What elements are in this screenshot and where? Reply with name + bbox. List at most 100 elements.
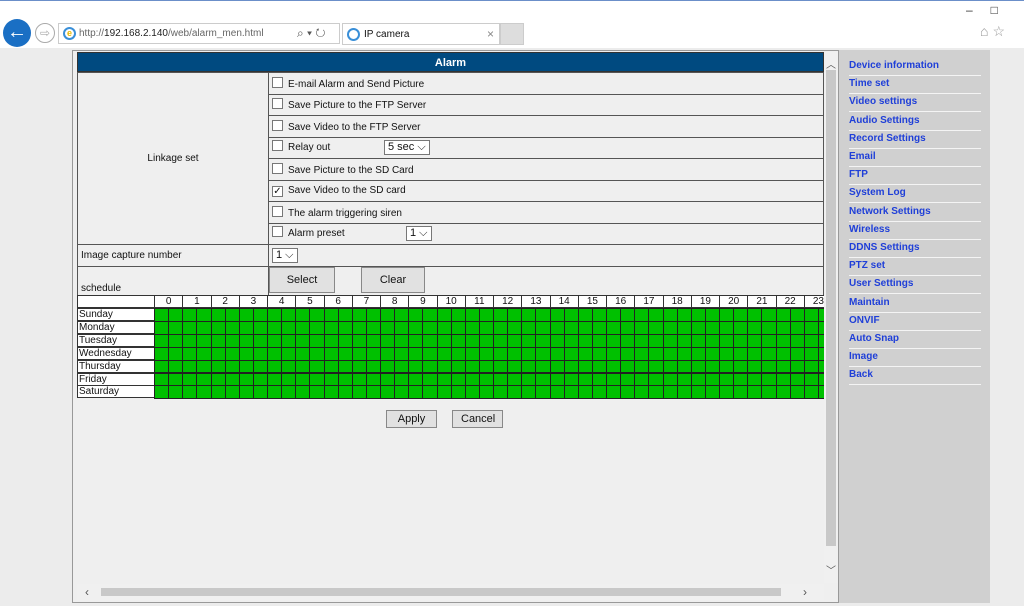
- schedule-cell[interactable]: [365, 320, 381, 335]
- checkbox[interactable]: [272, 140, 283, 152]
- schedule-cell[interactable]: [196, 372, 212, 387]
- schedule-cell[interactable]: [775, 320, 791, 335]
- schedule-cell[interactable]: [761, 359, 777, 374]
- checkbox[interactable]: [272, 98, 283, 110]
- schedule-cell[interactable]: [252, 308, 268, 322]
- schedule-cell[interactable]: [507, 320, 523, 335]
- schedule-cell[interactable]: [591, 346, 607, 361]
- schedule-cell[interactable]: [493, 346, 509, 361]
- tab-ip-camera[interactable]: IP camera ×: [342, 23, 500, 45]
- schedule-cell[interactable]: [323, 320, 339, 335]
- schedule-grid[interactable]: 0 1 2 3 4 5 6 7 8 9 10 11 12 13 14 15 16 17 18 19 20 21 22 23 Su…: [77, 295, 824, 400]
- schedule-cell[interactable]: [182, 346, 198, 361]
- schedule-cell[interactable]: [351, 359, 367, 374]
- schedule-cell[interactable]: [521, 385, 537, 400]
- schedule-cell[interactable]: [521, 308, 537, 322]
- schedule-cell[interactable]: [577, 359, 593, 374]
- schedule-cell[interactable]: [309, 333, 325, 348]
- schedule-cell[interactable]: [295, 320, 311, 335]
- schedule-cell[interactable]: [648, 385, 664, 400]
- schedule-cell[interactable]: [507, 333, 523, 348]
- schedule-cell[interactable]: [478, 346, 494, 361]
- schedule-cell[interactable]: [747, 333, 763, 348]
- schedule-cell[interactable]: [210, 320, 226, 335]
- schedule-cell[interactable]: [281, 320, 297, 335]
- schedule-cell[interactable]: [719, 333, 735, 348]
- schedule-cell[interactable]: [648, 320, 664, 335]
- schedule-cell[interactable]: [422, 385, 438, 400]
- schedule-cell[interactable]: [676, 346, 692, 361]
- schedule-cell[interactable]: [436, 333, 452, 348]
- menu-item-auto-snap[interactable]: Auto Snap: [849, 331, 981, 349]
- schedule-cell[interactable]: [535, 372, 551, 387]
- schedule-cell[interactable]: [577, 385, 593, 400]
- schedule-cell[interactable]: [408, 359, 424, 374]
- schedule-cell[interactable]: [761, 308, 777, 322]
- schedule-cell[interactable]: [789, 346, 805, 361]
- schedule-cell[interactable]: [493, 333, 509, 348]
- schedule-cell[interactable]: [436, 320, 452, 335]
- menu-item-system-log[interactable]: System Log: [849, 185, 981, 204]
- schedule-cell[interactable]: [394, 333, 410, 348]
- checkbox[interactable]: [272, 226, 283, 238]
- schedule-cell[interactable]: [648, 333, 664, 348]
- schedule-cell[interactable]: [281, 359, 297, 374]
- schedule-cell[interactable]: [535, 385, 551, 400]
- menu-item-ftp[interactable]: FTP: [849, 167, 981, 186]
- schedule-cell[interactable]: [394, 372, 410, 387]
- schedule-cell[interactable]: [464, 359, 480, 374]
- schedule-cell[interactable]: [507, 346, 523, 361]
- checkbox[interactable]: ✓: [272, 185, 283, 197]
- home-favorites-icons[interactable]: ⌂☆: [980, 23, 1009, 40]
- schedule-cell[interactable]: [351, 308, 367, 322]
- schedule-cell[interactable]: [704, 320, 720, 335]
- schedule-cell[interactable]: [182, 320, 198, 335]
- schedule-cell[interactable]: [803, 308, 819, 322]
- scroll-thumb[interactable]: [101, 588, 781, 596]
- schedule-cell[interactable]: [803, 385, 819, 400]
- schedule-cell[interactable]: [210, 308, 226, 322]
- schedule-cell[interactable]: [351, 346, 367, 361]
- schedule-cell[interactable]: [704, 333, 720, 348]
- select-list-button[interactable]: Select List: [269, 266, 335, 310]
- schedule-cell[interactable]: [380, 333, 396, 348]
- schedule-cell[interactable]: [281, 385, 297, 400]
- schedule-cell[interactable]: [577, 346, 593, 361]
- schedule-cell[interactable]: [267, 346, 283, 361]
- schedule-cell[interactable]: [761, 385, 777, 400]
- schedule-cell[interactable]: [719, 346, 735, 361]
- schedule-cell[interactable]: [365, 346, 381, 361]
- schedule-cell[interactable]: [507, 372, 523, 387]
- schedule-cell[interactable]: [182, 372, 198, 387]
- checkbox[interactable]: [272, 76, 283, 88]
- schedule-cell[interactable]: [662, 359, 678, 374]
- schedule-cell[interactable]: [704, 372, 720, 387]
- scroll-down-icon[interactable]: ﹀: [826, 562, 836, 577]
- schedule-cell[interactable]: [238, 333, 254, 348]
- schedule-cell[interactable]: [436, 372, 452, 387]
- schedule-cell[interactable]: [591, 333, 607, 348]
- schedule-cell[interactable]: [267, 372, 283, 387]
- schedule-cell[interactable]: [606, 385, 622, 400]
- schedule-cell[interactable]: [323, 359, 339, 374]
- schedule-cell[interactable]: [733, 346, 749, 361]
- schedule-cell[interactable]: [493, 308, 509, 322]
- schedule-cell[interactable]: [422, 308, 438, 322]
- schedule-cell[interactable]: [563, 359, 579, 374]
- schedule-cell[interactable]: [493, 359, 509, 374]
- schedule-cell[interactable]: [676, 333, 692, 348]
- schedule-cell[interactable]: [238, 346, 254, 361]
- schedule-cell[interactable]: [365, 359, 381, 374]
- menu-item-maintain[interactable]: Maintain: [849, 295, 981, 313]
- schedule-cell[interactable]: [380, 385, 396, 400]
- schedule-cell[interactable]: [365, 372, 381, 387]
- schedule-cell[interactable]: [450, 346, 466, 361]
- schedule-cell[interactable]: [549, 359, 565, 374]
- schedule-cell[interactable]: [450, 308, 466, 322]
- schedule-cell[interactable]: [436, 359, 452, 374]
- address-bar[interactable]: e http://192.168.2.140/web/alarm_men.htm…: [58, 23, 340, 44]
- checkbox[interactable]: [272, 205, 283, 217]
- schedule-cell[interactable]: [521, 346, 537, 361]
- schedule-cell[interactable]: [224, 320, 240, 335]
- schedule-cell[interactable]: [210, 333, 226, 348]
